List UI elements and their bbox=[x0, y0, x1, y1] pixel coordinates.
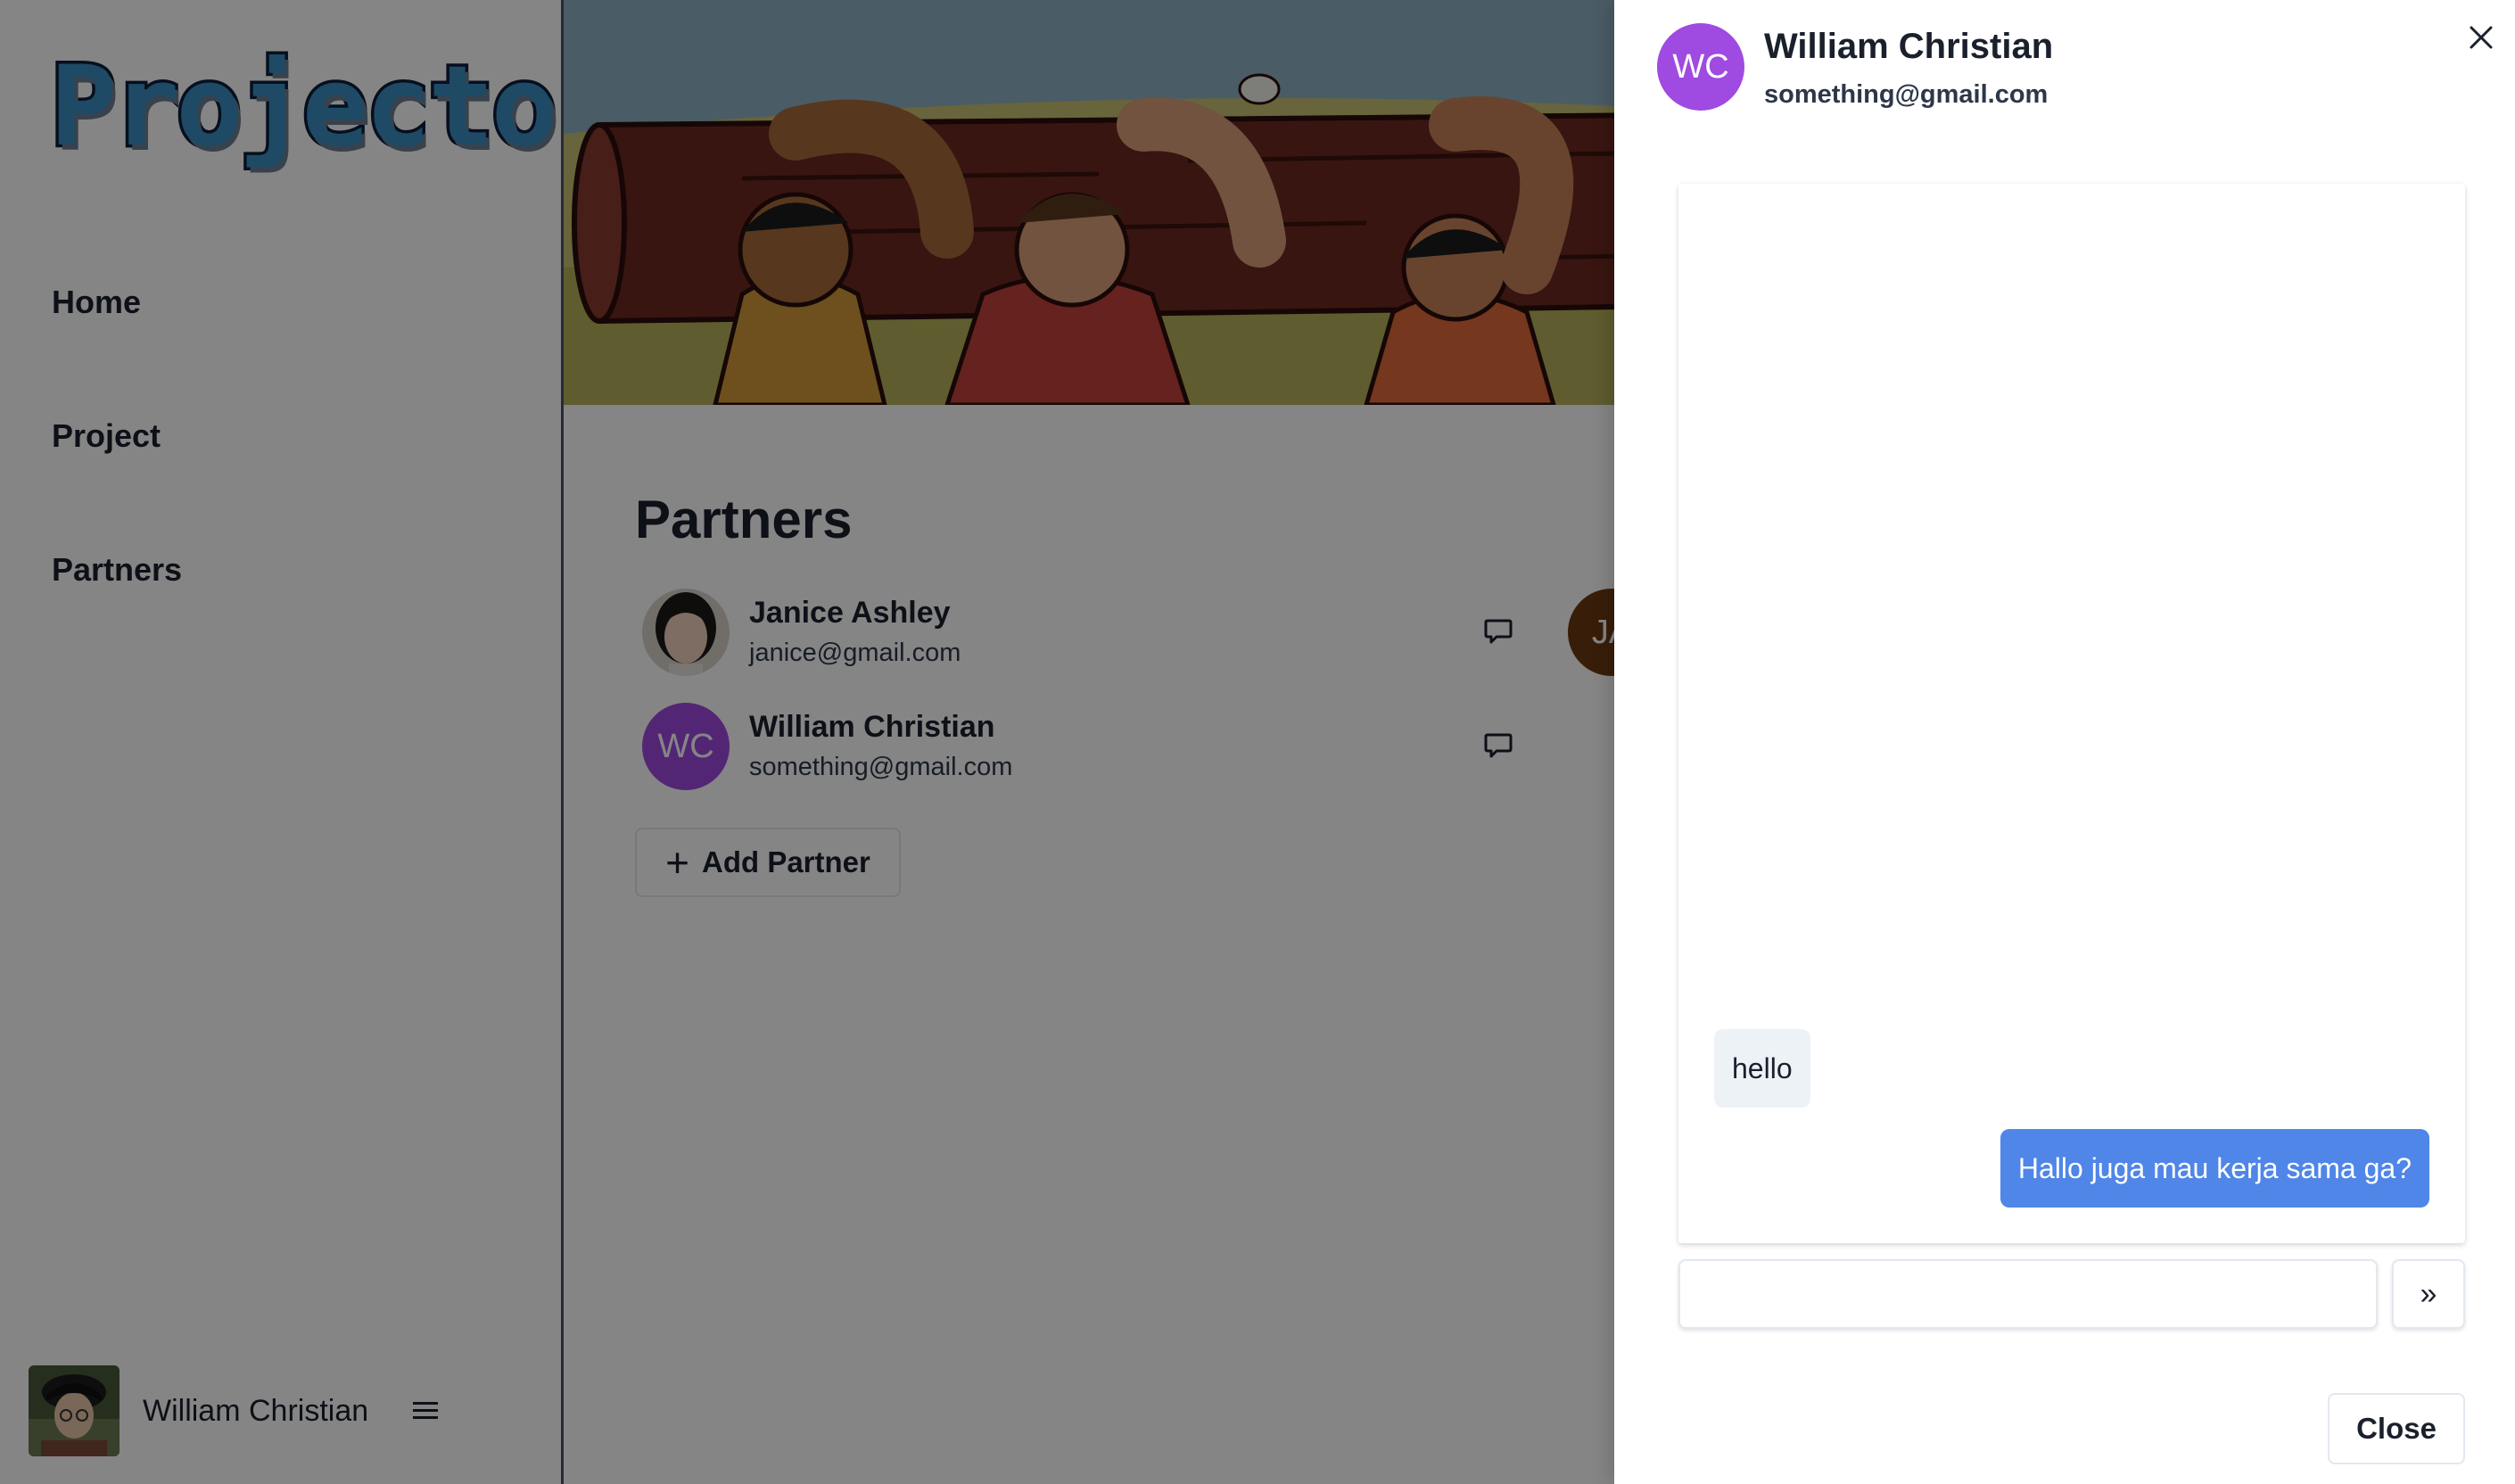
close-button[interactable]: Close bbox=[2328, 1393, 2465, 1464]
chat-messages-panel[interactable]: hello Hallo juga mau kerja sama ga? bbox=[1678, 184, 2465, 1243]
message-input[interactable] bbox=[1678, 1259, 2378, 1329]
outgoing-message: Hallo juga mau kerja sama ga? bbox=[2000, 1129, 2429, 1208]
send-button[interactable]: » bbox=[2392, 1259, 2465, 1329]
close-icon[interactable] bbox=[2465, 21, 2497, 54]
chat-contact-name: William Christian bbox=[1764, 27, 2054, 66]
app-root: Projector Home Project Partners William … bbox=[0, 0, 2515, 1484]
incoming-message: hello bbox=[1714, 1029, 1810, 1108]
chat-drawer: WC William Christian something@gmail.com… bbox=[1614, 0, 2515, 1484]
chat-contact-email: something@gmail.com bbox=[1764, 80, 2049, 109]
chat-contact-avatar: WC bbox=[1657, 23, 1744, 111]
modal-backdrop[interactable] bbox=[0, 0, 1614, 1484]
